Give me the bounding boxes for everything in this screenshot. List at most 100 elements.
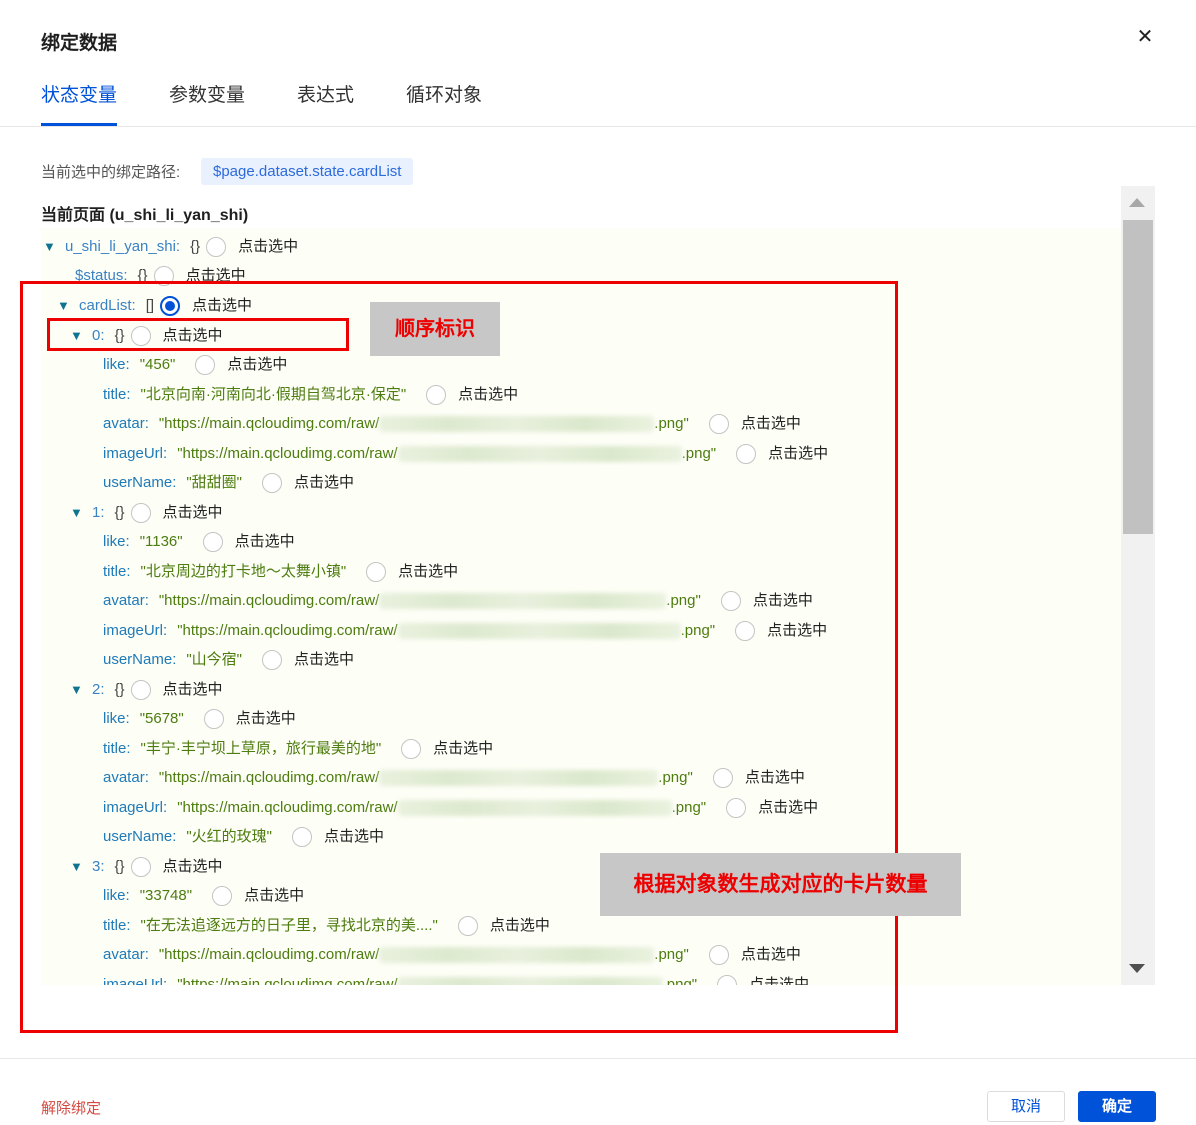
- tab-param-variables[interactable]: 参数变量: [169, 80, 245, 126]
- field-imageurl[interactable]: imageUrl: "https://main.qcloudimg.com/ra…: [103, 618, 827, 644]
- caret-down-icon[interactable]: ▼: [70, 500, 83, 526]
- confirm-button[interactable]: 确定: [1078, 1091, 1156, 1122]
- url-prefix: "https://main.qcloudimg.com/raw/: [177, 622, 398, 639]
- field-value: "在无法追逐远方的日子里，寻找北京的美....": [140, 917, 438, 934]
- footer-divider: [0, 1058, 1196, 1059]
- caret-down-icon[interactable]: ▼: [70, 854, 83, 880]
- field-value: "北京向南·河南向北·假期自驾北京·保定": [140, 386, 407, 403]
- field-value: "北京周边的打卡地～太舞小镇": [140, 563, 347, 580]
- binding-path-value: $page.dataset.state.cardList: [201, 158, 414, 185]
- field-value: "火红的玫瑰": [186, 828, 273, 845]
- field-like[interactable]: like: "1136" 点击选中: [103, 529, 295, 555]
- select-radio[interactable]: [212, 886, 233, 906]
- select-label: 点击选中: [162, 327, 223, 344]
- select-radio[interactable]: [206, 237, 227, 257]
- select-radio[interactable]: [457, 916, 478, 936]
- blurred-url: [397, 446, 682, 462]
- select-radio[interactable]: [720, 591, 741, 611]
- select-radio-checked[interactable]: [160, 296, 181, 316]
- tab-loop-object[interactable]: 循环对象: [406, 80, 482, 126]
- field-key: imageUrl:: [103, 445, 168, 462]
- cancel-button[interactable]: 取消: [987, 1091, 1065, 1122]
- caret-down-icon[interactable]: ▼: [70, 323, 83, 349]
- field-username[interactable]: userName: "火红的玫瑰" 点击选中: [103, 824, 384, 850]
- select-radio[interactable]: [708, 414, 729, 434]
- caret-down-icon[interactable]: ▼: [43, 234, 56, 260]
- select-radio[interactable]: [262, 473, 283, 493]
- url-prefix: "https://main.qcloudimg.com/raw/: [158, 769, 380, 786]
- caret-down-icon[interactable]: ▼: [57, 293, 70, 319]
- scroll-thumb[interactable]: [1123, 220, 1153, 534]
- select-label: 点击选中: [458, 386, 519, 403]
- select-radio[interactable]: [153, 266, 174, 286]
- scroll-up-icon[interactable]: [1129, 198, 1145, 207]
- annotation-label-cards: 根据对象数生成对应的卡片数量: [600, 853, 961, 916]
- select-radio[interactable]: [726, 798, 747, 818]
- select-radio[interactable]: [202, 532, 223, 552]
- select-radio[interactable]: [401, 739, 422, 759]
- field-like[interactable]: like: "456" 点击选中: [103, 352, 287, 378]
- select-radio[interactable]: [708, 945, 729, 965]
- blurred-url: [397, 623, 681, 639]
- select-radio[interactable]: [426, 385, 447, 405]
- field-avatar[interactable]: avatar: "https://main.qcloudimg.com/raw/…: [103, 588, 813, 614]
- field-title[interactable]: title: "在无法追逐远方的日子里，寻找北京的美...." 点击选中: [103, 913, 550, 939]
- blurred-url: [379, 416, 655, 432]
- select-label: 点击选中: [244, 887, 305, 904]
- annotation-label-order: 顺序标识: [370, 302, 500, 356]
- select-radio[interactable]: [292, 827, 313, 847]
- field-avatar[interactable]: avatar: "https://main.qcloudimg.com/raw/…: [103, 765, 805, 791]
- select-radio[interactable]: [130, 680, 151, 700]
- tree-node-item-2[interactable]: ▼ 2: {} 点击选中: [70, 677, 223, 703]
- field-like[interactable]: like: "5678" 点击选中: [103, 706, 296, 732]
- select-radio[interactable]: [130, 503, 151, 523]
- close-icon[interactable]: ✕: [1134, 26, 1156, 48]
- tree-node-item-0[interactable]: ▼ 0: {} 点击选中: [70, 323, 223, 349]
- select-label: 点击选中: [238, 238, 299, 255]
- node-key: 2:: [92, 681, 105, 698]
- select-radio[interactable]: [712, 768, 733, 788]
- url-prefix: "https://main.qcloudimg.com/raw/: [158, 415, 380, 432]
- field-title[interactable]: title: "北京向南·河南向北·假期自驾北京·保定" 点击选中: [103, 382, 518, 408]
- field-imageurl[interactable]: imageUrl: "https://main.qcloudimg.com/ra…: [103, 972, 809, 985]
- field-title[interactable]: title: "丰宁·丰宁坝上草原，旅行最美的地" 点击选中: [103, 736, 493, 762]
- select-radio[interactable]: [130, 326, 151, 346]
- unbind-link[interactable]: 解除绑定: [41, 1097, 101, 1118]
- select-label: 点击选中: [162, 504, 223, 521]
- select-radio[interactable]: [736, 444, 757, 464]
- tree-node-item-1[interactable]: ▼ 1: {} 点击选中: [70, 500, 223, 526]
- select-radio[interactable]: [262, 650, 283, 670]
- field-imageurl[interactable]: imageUrl: "https://main.qcloudimg.com/ra…: [103, 441, 828, 467]
- caret-down-icon[interactable]: ▼: [70, 677, 83, 703]
- tab-expression[interactable]: 表达式: [297, 80, 354, 126]
- select-radio[interactable]: [717, 975, 738, 985]
- url-suffix: .png": [654, 415, 689, 432]
- field-value: "1136": [139, 533, 183, 550]
- select-label: 点击选中: [324, 828, 385, 845]
- tab-state-variables[interactable]: 状态变量: [41, 80, 118, 126]
- tree-node-root[interactable]: ▼ u_shi_li_yan_shi: {} 点击选中: [43, 234, 298, 260]
- select-radio[interactable]: [195, 355, 216, 375]
- field-avatar[interactable]: avatar: "https://main.qcloudimg.com/raw/…: [103, 942, 801, 968]
- dialog-title: 绑定数据: [41, 33, 118, 54]
- select-radio[interactable]: [203, 709, 224, 729]
- tree-scrollbar[interactable]: [1121, 186, 1155, 985]
- field-title[interactable]: title: "北京周边的打卡地～太舞小镇" 点击选中: [103, 559, 458, 585]
- tree-node-status[interactable]: $status: {} 点击选中: [75, 263, 246, 289]
- scroll-down-icon[interactable]: [1129, 964, 1145, 973]
- tree-node-cardlist[interactable]: ▼ cardList: [] 点击选中: [57, 293, 252, 319]
- field-value: "456": [139, 356, 176, 373]
- select-radio[interactable]: [130, 857, 151, 877]
- field-key: like:: [103, 887, 130, 904]
- field-username[interactable]: userName: "山今宿" 点击选中: [103, 647, 354, 673]
- field-imageurl[interactable]: imageUrl: "https://main.qcloudimg.com/ra…: [103, 795, 818, 821]
- field-avatar[interactable]: avatar: "https://main.qcloudimg.com/raw/…: [103, 411, 801, 437]
- page-section-title: 当前页面 (u_shi_li_yan_shi): [41, 207, 249, 224]
- tree-node-item-3[interactable]: ▼ 3: {} 点击选中: [70, 854, 223, 880]
- select-radio[interactable]: [366, 562, 387, 582]
- field-username[interactable]: userName: "甜甜圈" 点击选中: [103, 470, 354, 496]
- node-key: u_shi_li_yan_shi:: [65, 238, 181, 255]
- select-label: 点击选中: [234, 533, 295, 550]
- select-radio[interactable]: [735, 621, 756, 641]
- field-like[interactable]: like: "33748" 点击选中: [103, 883, 304, 909]
